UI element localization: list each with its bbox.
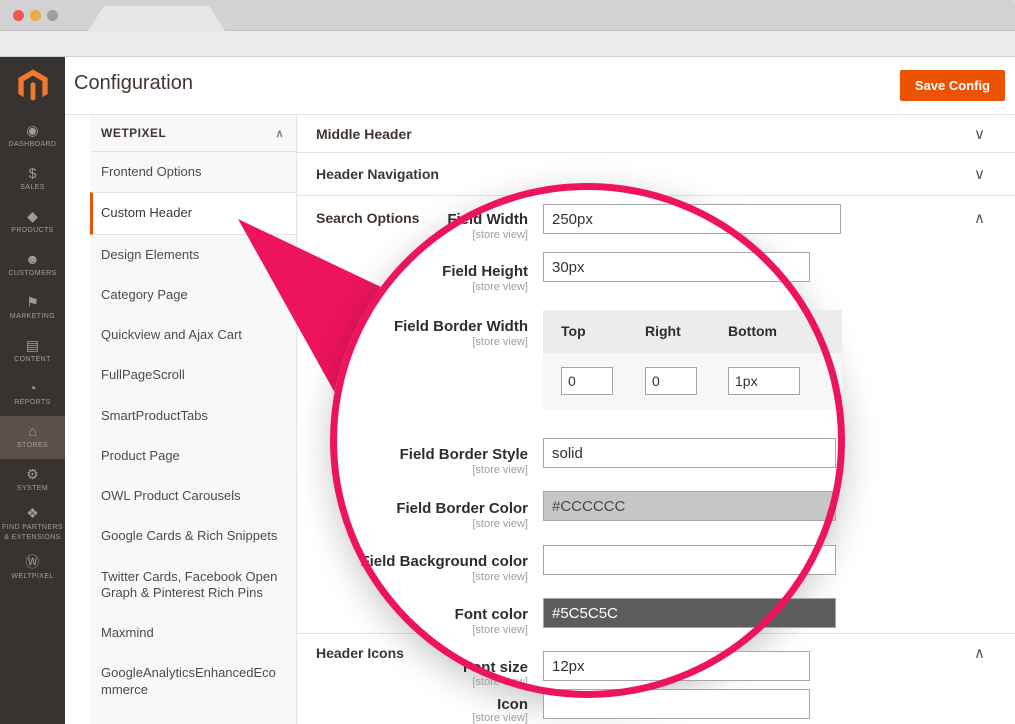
sidebar-item-content[interactable]: ▤ CONTENT [0,330,65,373]
sidebar-item-stores[interactable]: ⌂ STORES [0,416,65,459]
window-close-button[interactable] [13,10,24,21]
section-title: Header Navigation [316,166,439,182]
sidebar-item-label: REPORTS [14,398,51,408]
stores-icon: ⌂ [28,424,36,438]
sidebar-item-customers[interactable]: ☻ CUSTOMERS [0,244,65,287]
config-nav-item-design-elements[interactable]: Design Elements [90,235,296,275]
chevron-down-icon[interactable]: ∨ [974,125,985,143]
page-header: Configuration Save Config [65,57,1015,115]
products-icon: ◆ [27,209,38,223]
config-nav-item-product-page[interactable]: Product Page [90,436,296,476]
field-border-color-input[interactable] [543,491,836,521]
browser-tab[interactable] [88,6,225,31]
icon-input[interactable] [543,689,810,719]
chevron-up-icon[interactable]: ∧ [974,644,985,662]
border-bottom-input[interactable] [728,367,800,395]
magento-logo[interactable] [0,57,65,115]
window-maximize-button[interactable] [47,10,58,21]
section-title: Search Options [316,210,419,226]
extensions-icon: ❖ [26,506,39,520]
magento-logo-icon [17,68,49,104]
config-nav-group-title: WETPIXEL [101,126,166,140]
sidebar-item-label: MARKETING [10,312,55,322]
sidebar-item-find-partners[interactable]: ❖ FIND PARTNERS & EXTENSIONS [0,502,65,547]
config-nav-item-smartproducttabs[interactable]: SmartProductTabs [90,396,296,436]
config-nav-item-maxmind[interactable]: Maxmind [90,613,296,653]
weltpixel-icon: Ⓦ [26,555,40,569]
config-nav-item-owl-carousels[interactable]: OWL Product Carousels [90,476,296,516]
chevron-down-icon[interactable]: ∨ [974,165,985,183]
dashboard-icon: ◉ [26,123,38,137]
field-height-input[interactable] [543,252,810,282]
sidebar-item-label: WELTPIXEL [11,572,53,582]
sidebar-item-label: DASHBOARD [9,140,57,150]
chevron-up-icon[interactable]: ∧ [974,209,985,227]
config-nav-list: WETPIXEL ∧ Frontend Options Custom Heade… [90,115,296,724]
sidebar-item-label: SYSTEM [17,484,48,494]
config-nav-panel: WETPIXEL ∧ Frontend Options Custom Heade… [65,115,297,724]
section-header-navigation[interactable]: Header Navigation ∨ [297,153,1015,196]
sidebar-item-label: PRODUCTS [11,226,53,236]
config-nav-item-google-cards[interactable]: Google Cards & Rich Snippets [90,516,296,556]
sidebar-item-label: CUSTOMERS [8,269,56,279]
font-color-input[interactable] [543,598,836,628]
chevron-up-icon: ∧ [275,127,284,140]
marketing-icon: ⚑ [26,295,39,309]
config-nav-group-weltpixel[interactable]: WETPIXEL ∧ [90,115,296,152]
config-nav-item-quickview[interactable]: Quickview and Ajax Cart [90,315,296,355]
config-nav-item-category-page[interactable]: Category Page [90,275,296,315]
sidebar-item-label: CONTENT [14,355,51,365]
system-icon: ⚙ [26,467,39,481]
sidebar-item-label: STORES [17,441,48,451]
sidebar-item-dashboard[interactable]: ◉ DASHBOARD [0,115,65,158]
sidebar-item-weltpixel[interactable]: Ⓦ WELTPIXEL [0,547,65,590]
section-title: Header Icons [316,645,404,661]
window-minimize-button[interactable] [30,10,41,21]
field-border-style-input[interactable] [543,438,836,468]
border-right-input[interactable] [645,367,697,395]
config-nav-item-custom-header[interactable]: Custom Header [90,192,296,234]
config-nav-item-twitter-cards[interactable]: Twitter Cards, Facebook Open Graph & Pin… [90,557,296,614]
customers-icon: ☻ [25,252,40,266]
sidebar-item-system[interactable]: ⚙ SYSTEM [0,459,65,502]
section-middle-header[interactable]: Middle Header ∨ [297,115,1015,153]
sidebar-item-products[interactable]: ◆ PRODUCTS [0,201,65,244]
sidebar-item-label: FIND PARTNERS & EXTENSIONS [2,523,63,543]
admin-menu: ◉ DASHBOARD $ SALES ◆ PRODUCTS ☻ CUSTOME… [0,115,65,590]
page-title: Configuration [74,72,193,95]
reports-icon: ◔ [28,381,36,395]
sidebar-item-reports[interactable]: ◔ REPORTS [0,373,65,416]
section-title: Middle Header [316,126,412,142]
save-config-button[interactable]: Save Config [900,70,1005,101]
sidebar-item-label: SALES [20,183,45,193]
config-nav-item-fullpagescroll[interactable]: FullPageScroll [90,355,296,395]
field-background-color-input[interactable] [543,545,836,575]
config-nav-item-frontend-options[interactable]: Frontend Options [90,152,296,192]
sales-icon: $ [29,166,37,180]
font-size-input[interactable] [543,651,810,681]
field-width-input[interactable] [543,204,841,234]
border-top-input[interactable] [561,367,613,395]
browser-titlebar [0,0,1015,31]
content-icon: ▤ [26,338,39,352]
browser-toolbar [0,31,1015,57]
admin-sidebar: ◉ DASHBOARD $ SALES ◆ PRODUCTS ☻ CUSTOME… [0,57,65,724]
config-nav-item-google-analytics[interactable]: GoogleAnalyticsEnhancedEcommerce [90,653,296,710]
sidebar-item-marketing[interactable]: ⚑ MARKETING [0,287,65,330]
sidebar-item-sales[interactable]: $ SALES [0,158,65,201]
